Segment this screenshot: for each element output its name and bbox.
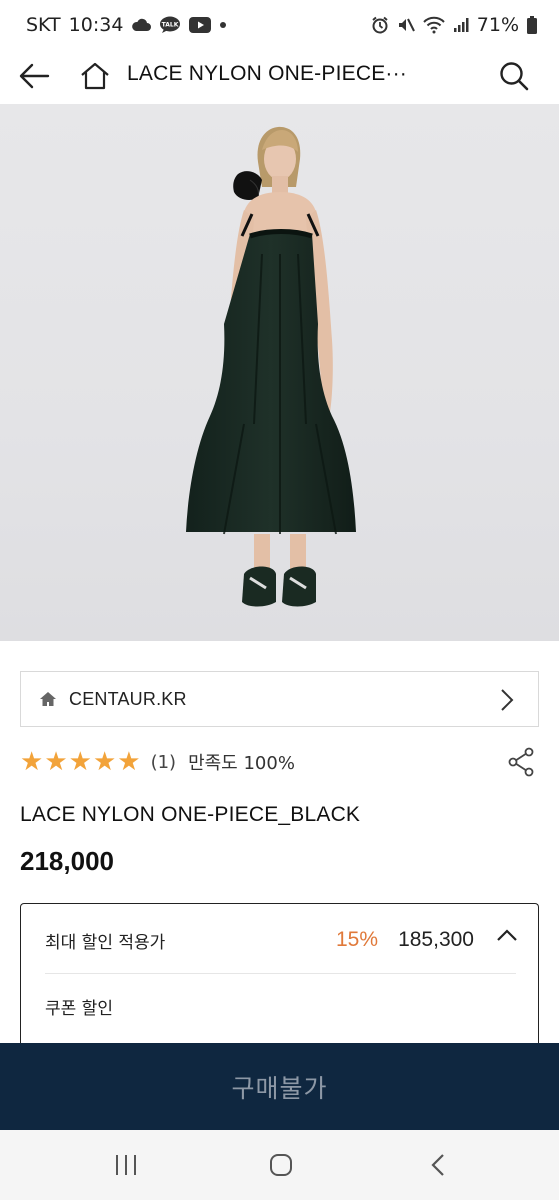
signal-icon: [453, 17, 469, 33]
system-nav-bar: [0, 1130, 559, 1200]
svg-text:TALK: TALK: [162, 22, 179, 29]
recent-apps-button[interactable]: [106, 1148, 146, 1182]
alarm-icon: [371, 16, 389, 34]
home-circle-icon: [270, 1154, 292, 1176]
chevron-right-icon: [501, 689, 514, 711]
system-back-button[interactable]: [418, 1148, 458, 1182]
dot-icon: [219, 21, 227, 29]
purchase-label: 구매불가: [231, 1073, 328, 1103]
recent-apps-icon: [116, 1155, 136, 1175]
battery-level: 71%: [476, 14, 519, 36]
back-arrow-icon: [19, 63, 50, 89]
rating-row: ★ ★ ★ ★ ★ (1) 만족도 100%: [20, 744, 539, 780]
star-icon: ★: [117, 747, 141, 777]
star-icon: ★: [92, 747, 117, 777]
product-image[interactable]: [0, 104, 559, 641]
shop-link[interactable]: CENTAUR.KR: [20, 671, 539, 727]
mute-icon: [397, 16, 415, 34]
search-icon: [500, 62, 529, 91]
star-icon: ★: [68, 747, 92, 777]
search-button[interactable]: [494, 56, 534, 96]
discount-rate: 15%: [335, 928, 378, 951]
max-discount-label: 최대 할인 적용가: [45, 932, 166, 953]
share-button[interactable]: [503, 744, 539, 780]
shop-name: CENTAUR.KR: [69, 688, 187, 709]
status-bar: SKT 10:34 TALK 71%: [0, 0, 559, 50]
discounted-price: 185,300: [398, 928, 474, 951]
coupon-discount-label: 쿠폰 할인: [45, 999, 113, 1019]
review-count[interactable]: (1): [151, 752, 177, 773]
star-icon: ★: [44, 747, 68, 777]
chevron-up-icon[interactable]: [496, 928, 518, 942]
star-rating: ★ ★ ★ ★ ★: [20, 749, 141, 775]
page-title: LACE NYLON ONE-PIECE···: [127, 62, 407, 85]
clock: 10:34: [68, 14, 124, 36]
back-chevron-icon: [431, 1154, 444, 1176]
share-icon: [508, 747, 534, 777]
back-button[interactable]: [14, 56, 54, 96]
home-small-icon: [40, 692, 56, 706]
youtube-icon: [189, 17, 212, 33]
battery-icon: [527, 16, 537, 34]
satisfaction-rate: 만족도 100%: [188, 753, 295, 774]
status-left: SKT 10:34 TALK: [26, 14, 227, 36]
carrier: SKT: [26, 14, 61, 36]
app-header: LACE NYLON ONE-PIECE···: [0, 50, 559, 104]
product-name: LACE NYLON ONE-PIECE_BLACK: [20, 803, 361, 826]
wifi-icon: [423, 16, 445, 34]
status-right: 71%: [371, 14, 537, 36]
discount-panel: 최대 할인 적용가 15% 185,300 쿠폰 할인: [20, 903, 539, 1063]
star-icon: ★: [20, 747, 44, 777]
home-icon: [81, 62, 109, 90]
product-illustration: [186, 126, 356, 607]
cloud-icon: [131, 18, 152, 32]
divider: [45, 973, 516, 974]
talk-icon: TALK: [159, 16, 181, 34]
home-button[interactable]: [75, 56, 115, 96]
product-price: 218,000: [20, 846, 114, 876]
max-discount-row[interactable]: 최대 할인 적용가 15% 185,300: [45, 924, 518, 956]
system-home-button[interactable]: [261, 1148, 301, 1182]
purchase-button[interactable]: 구매불가: [0, 1043, 559, 1130]
